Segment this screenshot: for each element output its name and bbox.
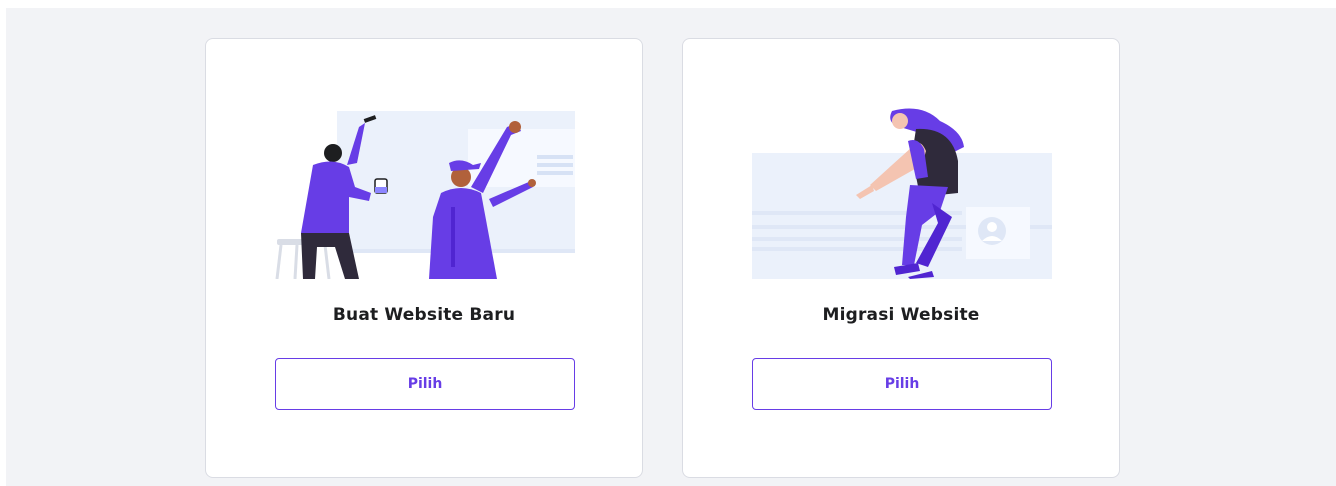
option-card-migrate-website[interactable]: Migrasi Website Pilih <box>682 38 1120 478</box>
select-new-website-button[interactable]: Pilih <box>275 358 575 410</box>
main-content-area: Buat Website Baru Pilih Migrasi Website … <box>6 8 1336 486</box>
option-title: Migrasi Website <box>822 305 980 325</box>
option-card-new-website[interactable]: Buat Website Baru Pilih <box>205 38 643 478</box>
select-migrate-website-button[interactable]: Pilih <box>752 358 1052 410</box>
option-title: Buat Website Baru <box>332 305 516 325</box>
woman-migrating-website-illustration <box>752 107 1052 279</box>
builders-painting-wall-illustration <box>275 107 575 279</box>
